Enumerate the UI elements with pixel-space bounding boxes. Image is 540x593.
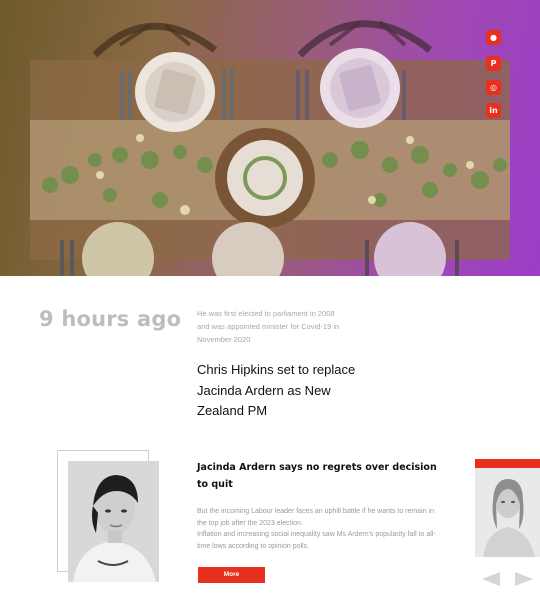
time-ago-label: 9 hours ago <box>39 307 182 331</box>
feature-headline[interactable]: Chris Hipkins set to replace Jacinda Ard… <box>197 360 357 422</box>
dribbble-icon[interactable]: ◎ <box>486 80 501 95</box>
arrow-left-icon[interactable] <box>482 571 502 586</box>
hero-image: ● P ◎ in <box>0 0 540 276</box>
card-accent-bar <box>475 459 540 468</box>
more-button[interactable]: More <box>198 567 265 583</box>
story-body-paragraph-2: Inflation and increasing social inequali… <box>197 531 436 550</box>
story-photo <box>68 461 159 582</box>
pinterest-icon[interactable]: P <box>486 56 501 71</box>
feature-note: He was first elected to parliament in 20… <box>197 309 340 344</box>
story-body: But the incoming Labour leader faces an … <box>197 506 437 552</box>
spotify-icon[interactable]: ● <box>486 30 501 45</box>
arrow-right-icon[interactable] <box>513 571 533 586</box>
next-story-card[interactable] <box>475 459 540 557</box>
side-portrait-illustration <box>475 468 540 557</box>
story-title[interactable]: Jacinda Ardern says no regrets over deci… <box>197 459 437 493</box>
dining-table-illustration <box>30 20 510 276</box>
story-body-paragraph-1: But the incoming Labour leader faces an … <box>197 508 434 527</box>
linkedin-icon[interactable]: in <box>486 103 501 118</box>
portrait-illustration <box>68 461 159 582</box>
